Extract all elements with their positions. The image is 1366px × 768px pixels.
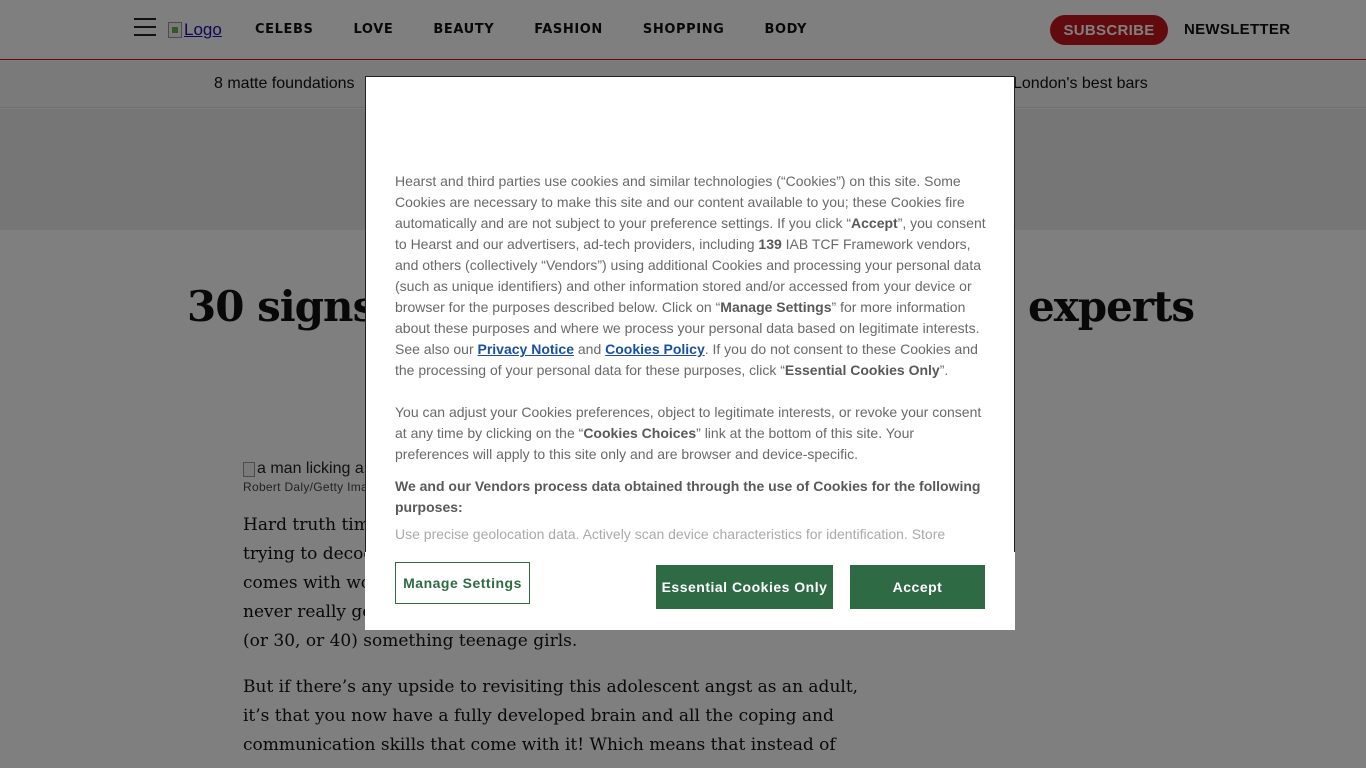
cookies-choices-reference: Cookies Choices (583, 425, 697, 441)
essential-reference: Essential Cookies Only (784, 362, 940, 378)
dialog-logo-area (365, 76, 1015, 164)
accept-button[interactable]: Accept (850, 565, 985, 609)
cookie-consent-dialog: Hearst and third parties use cookies and… (365, 76, 1015, 630)
purposes-heading: We and our Vendors process data obtained… (395, 478, 981, 515)
cookie-policy-text[interactable]: Hearst and third parties use cookies and… (395, 171, 987, 551)
purposes-list-text: Use precise geolocation data. Actively s… (395, 526, 946, 542)
dialog-button-bar: Manage Settings Essential Cookies Only A… (365, 552, 1015, 630)
dialog-scrollbar[interactable] (1011, 164, 1015, 552)
cookies-policy-link[interactable]: Cookies Policy (605, 341, 705, 357)
accept-reference: Accept (851, 215, 898, 231)
vendor-count: 139 (758, 236, 782, 252)
privacy-notice-link[interactable]: Privacy Notice (478, 341, 575, 357)
manage-settings-reference: Manage Settings (720, 299, 832, 315)
dialog-border (365, 164, 366, 552)
essential-cookies-only-button[interactable]: Essential Cookies Only (656, 565, 833, 609)
manage-settings-button[interactable]: Manage Settings (395, 562, 530, 604)
cookie-adjust-paragraph: You can adjust your Cookies preferences,… (395, 404, 982, 462)
cookie-intro-paragraph: Hearst and third parties use cookies and… (395, 173, 986, 378)
